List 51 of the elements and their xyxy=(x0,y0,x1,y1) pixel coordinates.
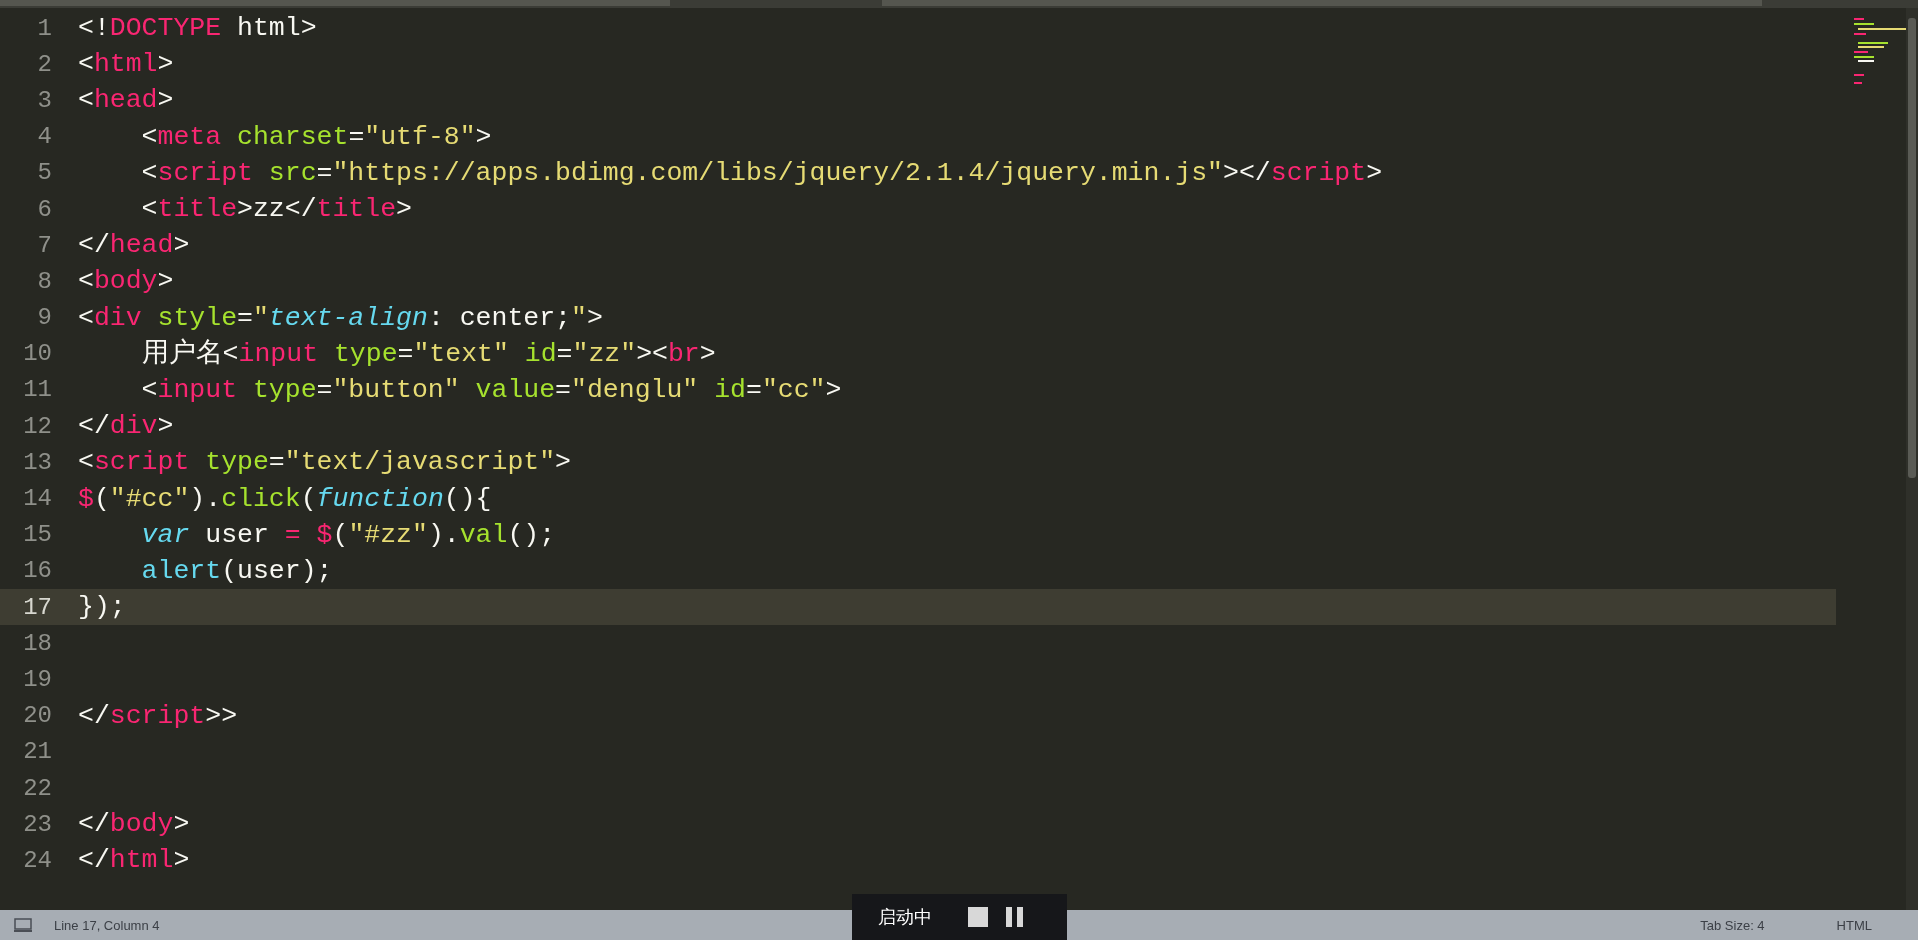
line-number: 23 xyxy=(22,810,53,838)
code-line: </div> xyxy=(78,410,174,444)
line-number: 6 xyxy=(36,195,53,223)
line-number: 3 xyxy=(36,86,53,114)
line-number: 13 xyxy=(22,448,53,476)
code-line: <input type="button" value="denglu" id="cc"> xyxy=(140,373,842,407)
line-number: 17 xyxy=(22,593,53,621)
line-number: 11 xyxy=(22,376,53,404)
line-number: 22 xyxy=(22,774,53,802)
code-line: <body> xyxy=(78,265,174,299)
line-number: 14 xyxy=(22,485,53,513)
syntax-mode[interactable]: HTML xyxy=(1836,917,1872,933)
line-number: 1 xyxy=(36,14,53,42)
line-number: 18 xyxy=(22,629,53,657)
recorder-status: 启动中 xyxy=(878,905,932,929)
line-number: 8 xyxy=(36,267,53,295)
line-number: 10 xyxy=(22,340,53,368)
pause-button[interactable] xyxy=(1006,907,1023,927)
code-line: <title>zz</title> xyxy=(140,193,412,227)
code-line: </head> xyxy=(78,229,190,263)
tab-size[interactable]: Tab Size: 4 xyxy=(1700,917,1765,933)
code-line: <script src="https://apps.bdimg.com/libs/jquery/2.1.4/jquery.min.js"></script> xyxy=(140,156,1383,190)
code-line: 用户名<input type="text" id="zz"><br> xyxy=(140,337,716,371)
panel-icon[interactable] xyxy=(14,918,32,932)
code-line: <!DOCTYPE html> xyxy=(78,12,317,46)
code-line: <meta charset="utf-8"> xyxy=(140,120,492,154)
code-line: $("#cc").click(function(){ xyxy=(78,482,492,516)
code-line: <html> xyxy=(78,48,174,82)
code-line: </script>> xyxy=(78,699,238,733)
code-line: </body> xyxy=(78,808,190,842)
line-number: 5 xyxy=(36,159,53,187)
code-line: <script type="text/javascript"> xyxy=(78,446,571,480)
code-line: var user = $("#zz").val(); xyxy=(140,518,556,552)
line-number: 24 xyxy=(22,846,53,874)
line-number: 9 xyxy=(36,304,53,332)
line-number: 16 xyxy=(22,557,53,585)
cursor-position: Line 17, Column 4 xyxy=(54,917,160,933)
line-number: 19 xyxy=(22,665,53,693)
code-line: alert(user); xyxy=(140,554,333,588)
code-line: <div style="text-align: center;"> xyxy=(78,301,603,335)
line-number: 21 xyxy=(22,738,53,766)
line-number: 7 xyxy=(36,231,53,259)
code-line: }); xyxy=(78,591,126,625)
scrollbar-thumb[interactable] xyxy=(1908,18,1916,478)
line-number: 2 xyxy=(36,50,53,78)
code-line: </html> xyxy=(78,844,190,878)
line-number: 4 xyxy=(36,123,53,151)
code-line: <head> xyxy=(78,84,174,118)
line-number: 20 xyxy=(22,702,53,730)
line-number: 12 xyxy=(22,412,53,440)
line-number: 15 xyxy=(22,521,53,549)
